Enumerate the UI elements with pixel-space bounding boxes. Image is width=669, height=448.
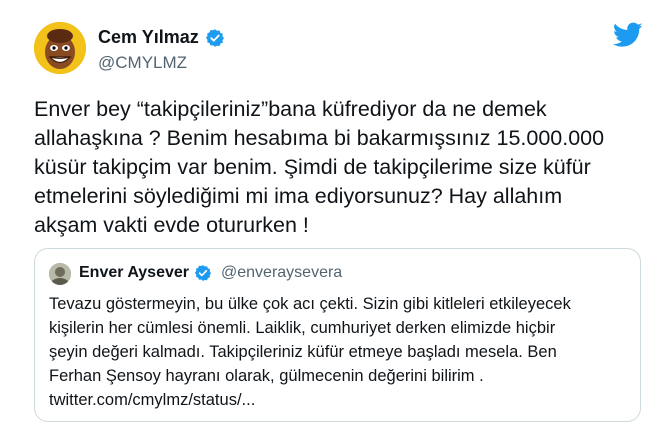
author-avatar[interactable] (34, 22, 86, 74)
author-name-text[interactable]: Cem Yılmaz (98, 27, 199, 48)
tweet-text: Enver bey “takipçileriniz”bana küfrediyo… (34, 97, 605, 237)
twitter-bird-icon[interactable] (612, 22, 643, 48)
author-name[interactable]: Cem Yılmaz (98, 27, 225, 48)
quoted-author-avatar[interactable] (49, 263, 71, 285)
verified-badge-icon (194, 264, 212, 282)
author-handle[interactable]: @CMYLMZ (98, 53, 187, 73)
quoted-author-handle[interactable]: @enveraysevera (221, 264, 342, 282)
quoted-tweet[interactable]: Enver Aysever @enveraysevera Tevazu göst… (34, 248, 641, 422)
avatar-illustration (34, 22, 86, 74)
quoted-author-name[interactable]: Enver Aysever (79, 264, 189, 282)
quoted-avatar-photo (49, 263, 71, 285)
tweet-card: Cem Yılmaz @CMYLMZ Enver bey “takipçiler… (0, 0, 669, 448)
verified-badge-icon (205, 28, 225, 48)
quoted-tweet-header: Enver Aysever @enveraysevera (79, 264, 342, 282)
quoted-tweet-text: Tevazu göstermeyin, bu ülke çok acı çekt… (49, 295, 571, 409)
